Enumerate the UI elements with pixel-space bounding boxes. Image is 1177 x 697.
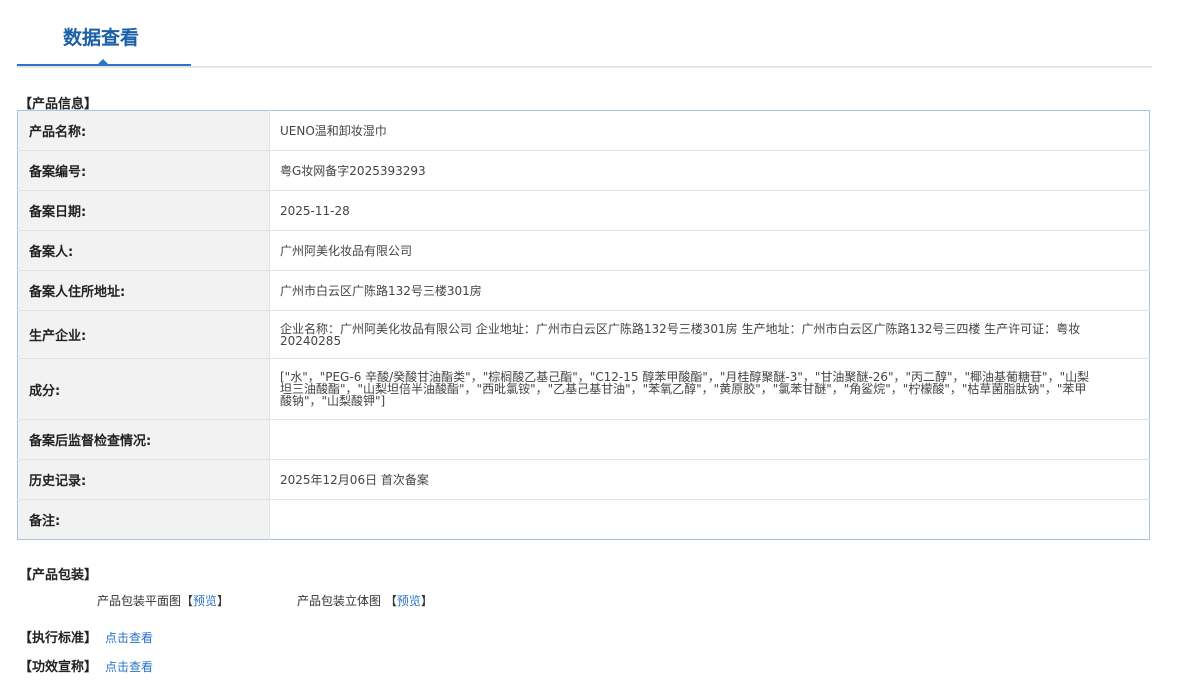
product-info-table: 产品名称: UENO温和卸妆湿巾 备案编号: 粤G妆网备字2025393293 … (17, 110, 1150, 540)
row-label: 备案日期: (17, 190, 270, 231)
row-label: 备案后监督检查情况: (17, 419, 270, 460)
table-row: 备注: (17, 499, 1150, 540)
row-value: 广州阿美化妆品有限公司 (269, 230, 1150, 271)
table-row: 备案后监督检查情况: (17, 419, 1150, 460)
row-label: 历史记录: (17, 459, 270, 500)
table-row: 生产企业: 企业名称：广州阿美化妆品有限公司 企业地址：广州市白云区广陈路132… (17, 310, 1150, 359)
efficacy-heading: 【功效宣称】 (19, 660, 98, 675)
row-value: 广州市白云区广陈路132号三楼301房 (269, 270, 1150, 311)
active-tab-caret-icon (97, 59, 109, 65)
row-value: 2025-11-28 (269, 190, 1150, 231)
row-label: 备案人: (17, 230, 270, 271)
table-row: 产品名称: UENO温和卸妆湿巾 (17, 110, 1150, 151)
row-label: 备注: (17, 499, 270, 540)
preview-stereo-link[interactable]: 预览 (397, 594, 421, 608)
packaging-flat-item: 产品包装平面图【预览】 (97, 592, 229, 609)
row-value (270, 500, 1150, 540)
preview-flat-link[interactable]: 预览 (193, 594, 217, 608)
row-label: 生产企业: (17, 310, 270, 359)
packaging-stereo-label: 产品包装立体图 (297, 594, 382, 608)
row-value: ["水"，"PEG-6 辛酸/癸酸甘油酯类"，"棕榈酸乙基己酯"，"C12-15… (269, 358, 1150, 420)
table-row: 历史记录: 2025年12月06日 首次备案 (17, 459, 1150, 500)
bracket-close: 】 (217, 594, 230, 608)
efficacy-view-link[interactable]: 点击查看 (105, 660, 153, 674)
tab-data-view-label: 数据查看 (63, 27, 140, 49)
row-value: 粤G妆网备字2025393293 (269, 150, 1150, 191)
packaging-stereo-item: 产品包装立体图 【预览】 (297, 592, 433, 609)
table-row: 备案人住所地址: 广州市白云区广陈路132号三楼301房 (17, 270, 1150, 311)
table-row: 成分: ["水"，"PEG-6 辛酸/癸酸甘油酯类"，"棕榈酸乙基己酯"，"C1… (17, 358, 1150, 420)
efficacy-section: 【功效宣称】 点击查看 (19, 656, 153, 675)
table-row: 备案编号: 粤G妆网备字2025393293 (17, 150, 1150, 191)
bracket-open: 【 (384, 594, 397, 608)
row-label: 备案编号: (17, 150, 270, 191)
packaging-heading: 【产品包装】 (19, 568, 98, 583)
bracket-open: 【 (181, 594, 194, 608)
row-value: 2025年12月06日 首次备案 (269, 459, 1150, 500)
row-value: 企业名称：广州阿美化妆品有限公司 企业地址：广州市白云区广陈路132号三楼301… (269, 310, 1150, 359)
table-row: 备案人: 广州阿美化妆品有限公司 (17, 230, 1150, 271)
tab-bar: 数据查看 (17, 0, 1152, 68)
row-value (269, 419, 1150, 460)
row-label: 产品名称: (17, 110, 270, 151)
tab-data-view[interactable]: 数据查看 (17, 0, 191, 66)
standard-heading: 【执行标准】 (19, 631, 98, 646)
row-value: UENO温和卸妆湿巾 (269, 110, 1150, 151)
table-row: 备案日期: 2025-11-28 (17, 190, 1150, 231)
standard-view-link[interactable]: 点击查看 (105, 631, 153, 645)
packaging-flat-label: 产品包装平面图 (97, 594, 182, 608)
standard-section: 【执行标准】 点击查看 (19, 627, 153, 646)
row-label: 备案人住所地址: (17, 270, 270, 311)
bracket-close: 】 (420, 594, 433, 608)
row-label: 成分: (17, 358, 270, 420)
